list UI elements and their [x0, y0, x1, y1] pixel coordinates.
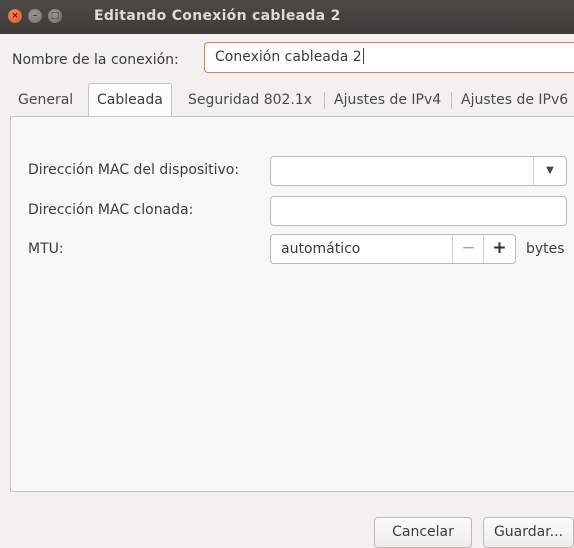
- cancel-button[interactable]: Cancelar: [374, 517, 472, 548]
- tab-general[interactable]: General: [18, 84, 73, 116]
- window-title: Editando Conexión cableada 2: [94, 8, 341, 24]
- title-bar: × – □ Editando Conexión cableada 2: [0, 0, 574, 34]
- mtu-increment-button[interactable]: +: [483, 235, 515, 263]
- tab-ipv4[interactable]: Ajustes de IPv4: [334, 84, 441, 116]
- chevron-down-icon[interactable]: ▼: [533, 157, 566, 185]
- mtu-value: automático: [281, 241, 361, 257]
- mtu-unit-label: bytes: [526, 241, 565, 257]
- tab-seguridad[interactable]: Seguridad 802.1x: [188, 84, 312, 116]
- connection-name-value: Conexión cableada 2: [215, 49, 362, 65]
- mtu-spinbox[interactable]: automático − +: [270, 234, 516, 264]
- maximize-window-button[interactable]: □: [48, 9, 62, 23]
- tab-cableada[interactable]: Cableada: [88, 83, 172, 117]
- text-caret: [362, 48, 364, 64]
- minimize-window-button[interactable]: –: [28, 9, 42, 23]
- connection-name-label: Nombre de la conexión:: [12, 52, 179, 68]
- tab-separator: [451, 92, 452, 109]
- cloned-mac-label: Dirección MAC clonada:: [28, 202, 194, 218]
- connection-name-input[interactable]: Conexión cableada 2: [204, 42, 574, 73]
- tab-ipv6[interactable]: Ajustes de IPv6: [461, 84, 568, 116]
- tab-bar: General Cableada Seguridad 802.1x Ajuste…: [0, 83, 574, 117]
- close-window-button[interactable]: ×: [8, 9, 22, 23]
- device-mac-dropdown[interactable]: ▼: [270, 156, 567, 186]
- mtu-decrement-button[interactable]: −: [452, 235, 484, 263]
- cloned-mac-input[interactable]: [270, 196, 567, 226]
- tab-separator: [324, 92, 325, 109]
- mtu-label: MTU:: [28, 241, 64, 257]
- save-button[interactable]: Guardar...: [483, 517, 574, 548]
- device-mac-label: Dirección MAC del dispositivo:: [28, 162, 240, 178]
